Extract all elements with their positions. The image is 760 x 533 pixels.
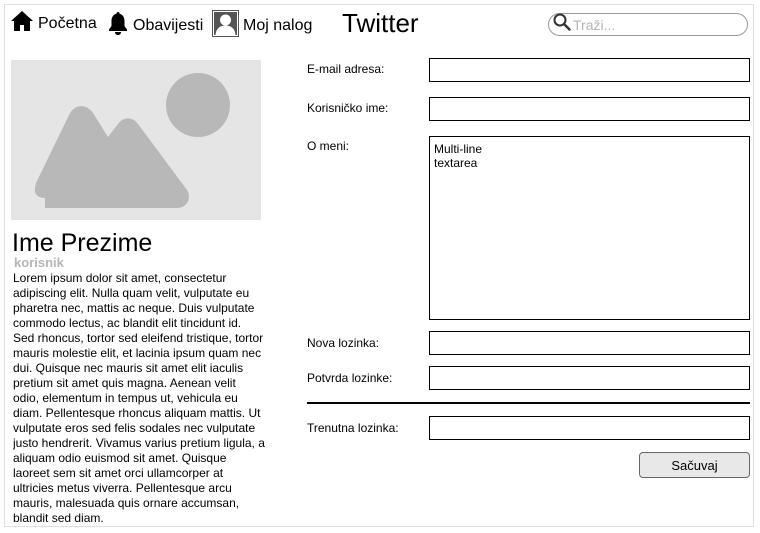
form-divider bbox=[307, 402, 750, 404]
profile-role: korisnik bbox=[14, 255, 64, 270]
username-field[interactable] bbox=[429, 97, 750, 121]
nav-home[interactable]: Početna bbox=[10, 10, 97, 37]
nav-home-label: Početna bbox=[38, 14, 97, 32]
profile-name: Ime Prezime bbox=[12, 229, 153, 257]
bell-icon bbox=[107, 10, 129, 41]
user-icon bbox=[212, 10, 239, 42]
current-password-label: Trenutna lozinka: bbox=[307, 421, 399, 435]
search-input[interactable] bbox=[573, 16, 733, 33]
confirm-password-field[interactable] bbox=[429, 366, 750, 390]
search-box[interactable] bbox=[548, 13, 748, 36]
about-textarea[interactable]: Multi-line textarea bbox=[429, 136, 750, 320]
new-password-field[interactable] bbox=[429, 331, 750, 355]
home-icon bbox=[10, 10, 34, 37]
image-placeholder-icon bbox=[34, 73, 230, 208]
profile-bio: Lorem ipsum dolor sit amet, consectetur … bbox=[13, 271, 265, 525]
username-label: Korisničko ime: bbox=[307, 101, 389, 115]
email-field[interactable] bbox=[429, 58, 750, 82]
profile-image bbox=[11, 60, 261, 220]
search-icon bbox=[553, 13, 571, 36]
about-label: O meni: bbox=[307, 139, 350, 153]
new-password-label: Nova lozinka: bbox=[307, 336, 380, 350]
nav-account[interactable]: Moj nalog bbox=[212, 10, 312, 42]
save-button[interactable]: Sačuvaj bbox=[639, 452, 750, 478]
confirm-password-label: Potvrda lozinke: bbox=[307, 371, 393, 385]
brand-title: Twitter bbox=[342, 8, 419, 38]
current-password-field[interactable] bbox=[429, 416, 750, 440]
nav-notifications-label: Obavijesti bbox=[133, 16, 204, 34]
nav-account-label: Moj nalog bbox=[243, 17, 313, 34]
nav-notifications[interactable]: Obavijesti bbox=[107, 10, 203, 41]
email-label: E-mail adresa: bbox=[307, 62, 385, 76]
